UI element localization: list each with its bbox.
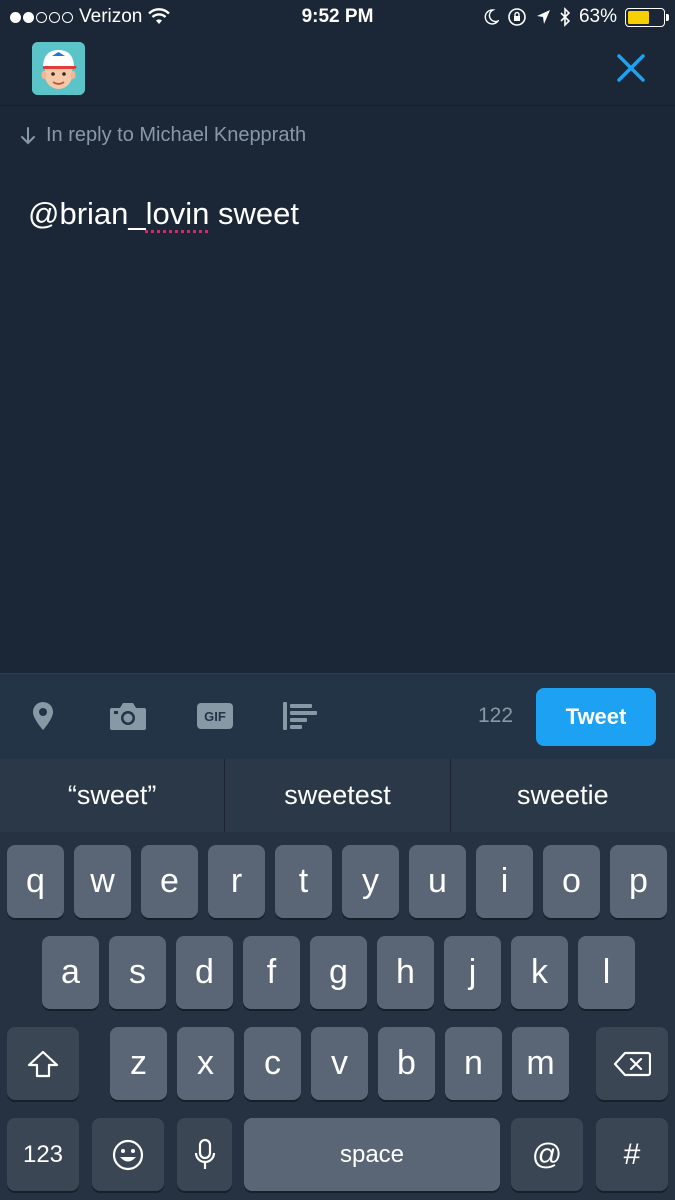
battery-level <box>628 10 650 24</box>
delete-key[interactable] <box>596 1027 668 1100</box>
tweet-text-input[interactable]: @brian_lovin sweet <box>28 196 299 232</box>
hash-key[interactable]: # <box>596 1118 668 1191</box>
key-m[interactable]: m <box>512 1027 569 1100</box>
suggestion-item[interactable]: sweetest <box>225 759 449 832</box>
misspelled-word: lovin <box>145 196 210 231</box>
key-r[interactable]: r <box>208 845 265 918</box>
reply-context-label: In reply to Michael Knepprath <box>46 124 307 146</box>
bluetooth-icon <box>560 7 571 27</box>
compose-toolbar: GIF 122 Tweet <box>0 673 675 759</box>
shift-key[interactable] <box>7 1027 79 1100</box>
battery-percent: 63% <box>578 6 617 27</box>
keyboard: “sweet” sweetest sweetie qwertyuiop asdfg… <box>0 759 675 1200</box>
key-z[interactable]: z <box>110 1027 167 1100</box>
emoji-key[interactable] <box>92 1118 164 1191</box>
mention-text: @brian_ <box>28 196 146 231</box>
compose-header <box>0 36 675 106</box>
at-key[interactable]: @ <box>511 1118 583 1191</box>
camera-icon <box>110 703 146 730</box>
predictive-bar: “sweet” sweetest sweetie <box>0 759 675 832</box>
tweet-button[interactable]: Tweet <box>536 688 656 746</box>
key-h[interactable]: h <box>377 936 434 1009</box>
character-count: 122 <box>478 704 514 727</box>
key-i[interactable]: i <box>476 845 533 918</box>
key-y[interactable]: y <box>342 845 399 918</box>
location-arrow-icon <box>536 10 550 24</box>
key-c[interactable]: c <box>244 1027 301 1100</box>
emoji-icon <box>112 1139 144 1170</box>
suggestion-item[interactable]: “sweet” <box>0 759 224 832</box>
status-bar: Verizon 9:52 PM 63% <box>0 0 675 36</box>
gif-icon: GIF <box>197 703 233 729</box>
location-pin-icon <box>33 702 53 730</box>
key-o[interactable]: o <box>543 845 600 918</box>
key-x[interactable]: x <box>177 1027 234 1100</box>
key-p[interactable]: p <box>610 845 667 918</box>
key-e[interactable]: e <box>141 845 198 918</box>
key-g[interactable]: g <box>310 936 367 1009</box>
numbers-key[interactable]: 123 <box>7 1118 79 1191</box>
key-v[interactable]: v <box>311 1027 368 1100</box>
close-button[interactable] <box>615 52 647 84</box>
close-icon <box>617 54 645 82</box>
key-n[interactable]: n <box>445 1027 502 1100</box>
poll-button[interactable] <box>282 696 318 736</box>
location-button[interactable] <box>28 696 58 736</box>
key-b[interactable]: b <box>378 1027 435 1100</box>
moon-icon <box>484 9 499 25</box>
key-q[interactable]: q <box>7 845 64 918</box>
backspace-icon <box>613 1051 651 1076</box>
avatar[interactable] <box>32 42 85 95</box>
key-t[interactable]: t <box>275 845 332 918</box>
rotation-lock-icon <box>508 8 526 26</box>
key-d[interactable]: d <box>176 936 233 1009</box>
key-w[interactable]: w <box>74 845 131 918</box>
key-l[interactable]: l <box>578 936 635 1009</box>
status-right: 63% <box>483 6 669 28</box>
reply-context[interactable]: In reply to Michael Knepprath <box>20 124 306 147</box>
key-f[interactable]: f <box>243 936 300 1009</box>
arrow-down-icon <box>21 126 35 144</box>
dictation-key[interactable] <box>177 1118 232 1191</box>
space-key[interactable]: space <box>244 1118 500 1191</box>
tweet-text-rest: sweet <box>209 196 300 231</box>
svg-text:GIF: GIF <box>204 709 226 724</box>
key-j[interactable]: j <box>444 936 501 1009</box>
suggestion-item[interactable]: sweetie <box>451 759 675 832</box>
shift-icon <box>27 1050 59 1077</box>
camera-button[interactable] <box>108 696 148 736</box>
battery-icon <box>625 7 669 27</box>
key-u[interactable]: u <box>409 845 466 918</box>
key-k[interactable]: k <box>511 936 568 1009</box>
key-a[interactable]: a <box>42 936 99 1009</box>
key-s[interactable]: s <box>109 936 166 1009</box>
poll-icon <box>283 702 317 730</box>
microphone-icon <box>194 1138 215 1169</box>
gif-button[interactable]: GIF <box>196 696 234 736</box>
